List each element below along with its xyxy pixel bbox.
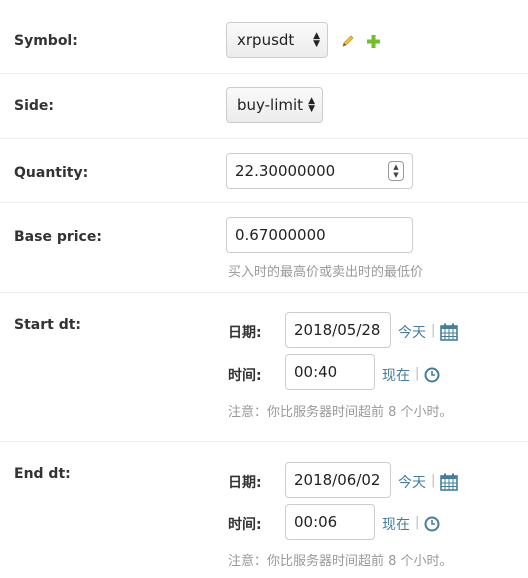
select-arrows-icon: ▲ ▼	[308, 96, 315, 114]
end-date-input[interactable]: 2018/06/02	[285, 462, 391, 498]
base-price-row: Base price: 0.67000000 买入时的最高价或卖出时的最低价	[0, 203, 528, 293]
start-time-separator: |	[415, 366, 420, 381]
base-price-help: 买入时的最高价或卖出时的最低价	[228, 265, 424, 280]
base-price-input[interactable]: 0.67000000	[226, 217, 413, 253]
base-price-value: 0.67000000	[235, 226, 326, 244]
start-now-link[interactable]: 现在	[382, 365, 410, 385]
start-dt-row: Start dt: 日期: 2018/05/28 今天 | 时间: 00:40 …	[0, 293, 528, 442]
end-dt-note: 注意：你比服务器时间超前 8 个小时。	[228, 554, 453, 569]
end-date-value: 2018/06/02	[294, 471, 381, 489]
quantity-value: 22.30000000	[235, 162, 336, 180]
end-time-label: 时间:	[228, 517, 262, 533]
start-dt-label: Start dt:	[14, 317, 82, 333]
start-dt-note: 注意：你比服务器时间超前 8 个小时。	[228, 405, 453, 420]
side-select-value: buy-limit	[237, 96, 304, 114]
quantity-stepper[interactable]: ▲ ▼	[388, 161, 404, 181]
end-now-link[interactable]: 现在	[382, 514, 410, 534]
start-date-value: 2018/05/28	[294, 321, 381, 339]
plus-icon[interactable]	[367, 35, 380, 48]
end-time-value: 00:06	[294, 513, 338, 531]
start-date-label: 日期:	[228, 325, 262, 341]
symbol-row: Symbol: xrpusdt ▲ ▼	[0, 0, 528, 74]
symbol-select-value: xrpusdt	[237, 31, 295, 49]
side-label: Side:	[14, 98, 54, 114]
end-time-input[interactable]: 00:06	[285, 504, 375, 540]
start-time-value: 00:40	[294, 363, 338, 381]
start-date-input[interactable]: 2018/05/28	[285, 312, 391, 348]
end-time-separator: |	[415, 515, 420, 530]
end-date-label: 日期:	[228, 475, 262, 491]
end-today-link[interactable]: 今天	[398, 472, 426, 492]
calendar-icon[interactable]	[440, 323, 458, 341]
symbol-select[interactable]: xrpusdt ▲ ▼	[226, 22, 328, 58]
clock-icon[interactable]	[424, 367, 440, 383]
select-arrows-icon: ▲ ▼	[313, 31, 320, 49]
end-date-separator: |	[431, 473, 436, 488]
base-price-label: Base price:	[14, 229, 102, 245]
calendar-icon[interactable]	[440, 473, 458, 491]
start-today-link[interactable]: 今天	[398, 322, 426, 342]
quantity-label: Quantity:	[14, 165, 89, 181]
side-row: Side: buy-limit ▲ ▼	[0, 74, 528, 139]
quantity-input[interactable]: 22.30000000 ▲ ▼	[226, 153, 413, 189]
side-select[interactable]: buy-limit ▲ ▼	[226, 87, 323, 123]
start-time-label: 时间:	[228, 368, 262, 384]
symbol-label: Symbol:	[14, 33, 78, 49]
pencil-icon[interactable]	[341, 34, 355, 48]
end-dt-label: End dt:	[14, 466, 71, 482]
start-time-input[interactable]: 00:40	[285, 354, 375, 390]
start-date-separator: |	[431, 323, 436, 338]
quantity-row: Quantity: 22.30000000 ▲ ▼	[0, 139, 528, 203]
end-dt-row: End dt: 日期: 2018/06/02 今天 | 时间: 00:06 现在…	[0, 442, 528, 578]
clock-icon[interactable]	[424, 516, 440, 532]
